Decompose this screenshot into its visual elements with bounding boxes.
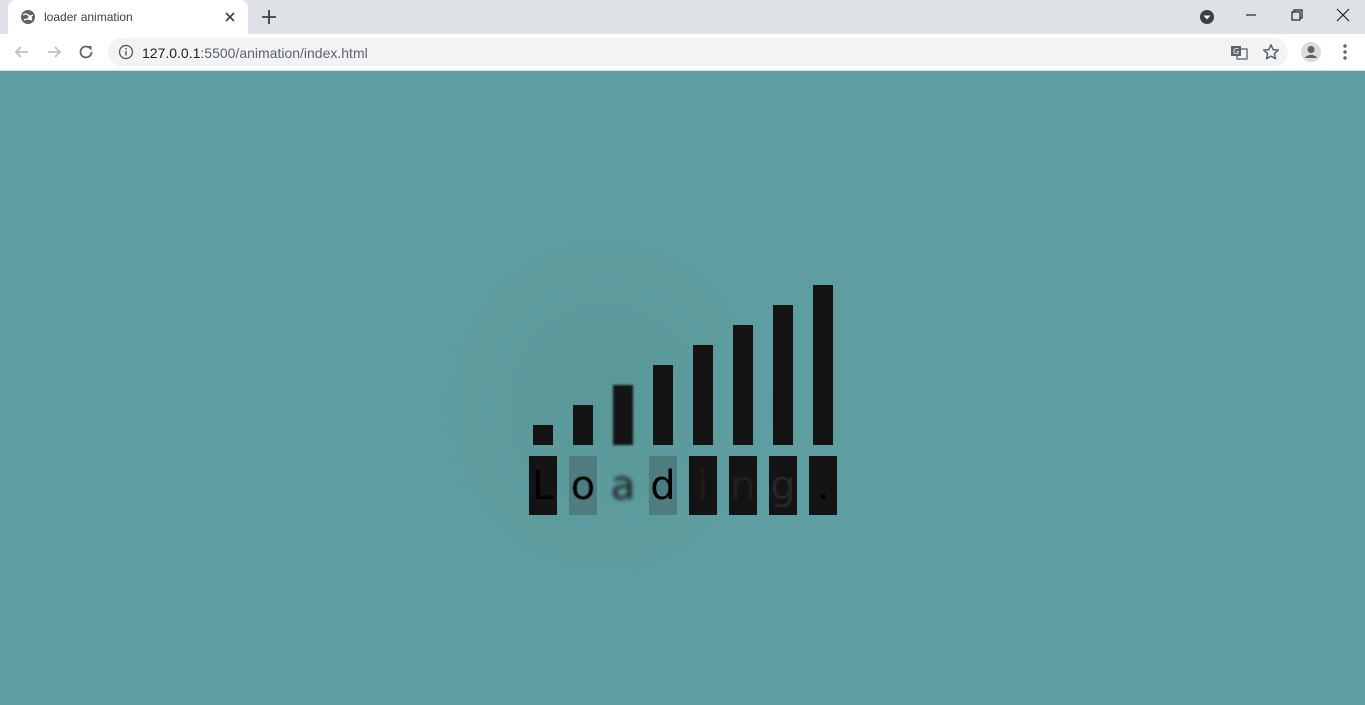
loader-letter: g (769, 456, 797, 515)
browser-toolbar: 127.0.0.1:5500/animation/index.html G (0, 34, 1365, 71)
tab-strip: loader animation (0, 0, 1365, 34)
loader-letter: d (649, 456, 677, 515)
globe-icon (21, 10, 35, 24)
loader-letter-char: L (531, 462, 555, 509)
browser-tab[interactable]: loader animation (8, 0, 248, 34)
loader-letter: n (729, 456, 757, 515)
loader-bar (733, 325, 753, 445)
page-viewport: L o a d i n g . (0, 71, 1365, 705)
loader-bar (573, 405, 593, 445)
bookmark-star-icon[interactable] (1262, 43, 1280, 61)
forward-icon[interactable] (44, 42, 64, 62)
tab-search-icon[interactable] (1198, 8, 1216, 26)
browser-menu-icon[interactable] (1336, 42, 1354, 62)
loader-glow (425, 216, 785, 596)
loader-bar (773, 305, 793, 445)
url-text[interactable]: 127.0.0.1:5500/animation/index.html (142, 45, 368, 61)
new-tab-icon[interactable] (260, 8, 278, 26)
loader-bar (813, 285, 833, 445)
loader-letter: o (569, 456, 597, 515)
url-host: 127.0.0.1 (142, 45, 201, 61)
svg-text:G: G (1233, 47, 1239, 56)
loader-bar (533, 425, 553, 445)
restore-icon[interactable] (1286, 4, 1308, 26)
loader-letter-char: d (650, 462, 676, 509)
loader-bar (613, 385, 633, 445)
minimize-icon[interactable] (1240, 4, 1262, 26)
loader-letter-char: g (770, 462, 796, 509)
loader-letter: a (609, 456, 637, 515)
loader-bar (653, 365, 673, 445)
back-icon[interactable] (12, 42, 32, 62)
reload-icon[interactable] (76, 42, 96, 62)
site-info-icon[interactable] (118, 44, 134, 60)
close-window-icon[interactable] (1332, 4, 1354, 26)
loader-letter-char: n (730, 462, 756, 509)
loader-letter: i (689, 456, 717, 515)
address-bar[interactable]: 127.0.0.1:5500/animation/index.html G (108, 38, 1288, 66)
close-tab-icon[interactable] (222, 9, 238, 25)
loader-letter-char: i (697, 462, 709, 509)
loader-letter: . (809, 456, 837, 515)
loader-letter-char: o (570, 462, 596, 509)
tab-title: loader animation (44, 10, 133, 24)
loader-bar (693, 345, 713, 445)
loader-letter-char: a (610, 462, 636, 509)
loader-letter: L (529, 456, 557, 515)
url-path: :5500/animation/index.html (200, 45, 368, 61)
translate-icon[interactable]: G (1230, 43, 1248, 61)
loader-letter-char: . (816, 462, 830, 509)
profile-avatar-icon[interactable] (1300, 41, 1322, 63)
